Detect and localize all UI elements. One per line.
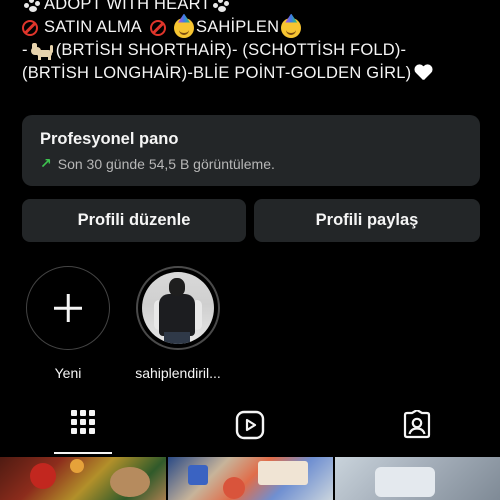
new-highlight-circle[interactable]	[26, 266, 110, 350]
bio-line-4: (BRTİSH LONGHAİR)-BLİE POİNT-GOLDEN GİRL…	[22, 62, 492, 85]
bio-line-3: - (BRTİSH SHORTHAİR)- (SCHOTTİSH FOLD)-	[22, 39, 492, 62]
edit-profile-button[interactable]: Profili düzenle	[22, 199, 246, 242]
cover-vest	[159, 294, 195, 336]
reels-icon	[235, 410, 265, 440]
dashboard-title: Profesyonel pano	[40, 130, 179, 148]
cover-head	[169, 278, 185, 296]
post-thumbnail[interactable]	[0, 457, 166, 500]
bio-adopt-text: ADOPT WITH HEART	[44, 0, 211, 13]
post-thumbnail[interactable]	[168, 457, 333, 500]
dashboard-subtitle-row: ↗ Son 30 günde 54,5 B görüntüleme.	[40, 155, 462, 172]
bio-breeds-text-1: (BRTİSH SHORTHAİR)- (SCHOTTİSH FOLD)-	[55, 41, 407, 59]
highlight-adopted[interactable]: sahiplendiril...	[123, 266, 233, 381]
new-highlight-label: Yeni	[54, 365, 82, 381]
share-profile-button[interactable]: Profili paylaş	[254, 199, 480, 242]
highlight-adopted-label: sahiplendiril...	[135, 365, 221, 381]
professional-dashboard-card[interactable]: Profesyonel pano ↗ Son 30 günde 54,5 B g…	[22, 115, 480, 186]
party-face-icon	[173, 17, 194, 38]
bio-adopt-tr-text: SAHİPLEN	[195, 18, 280, 36]
party-face-icon	[281, 17, 302, 38]
paw-prints-icon	[22, 0, 44, 13]
trend-up-arrow-icon: ↗	[40, 155, 52, 171]
bio-line-2: SATIN ALMA SAHİPLEN	[22, 16, 492, 39]
cat-icon	[30, 41, 54, 61]
dashboard-subtitle: Son 30 günde 54,5 B görüntüleme.	[57, 155, 275, 172]
highlight-ring[interactable]	[136, 266, 220, 350]
cover-legs	[164, 332, 190, 344]
profile-tabs	[0, 398, 500, 454]
highlight-cover-image	[142, 272, 214, 344]
active-tab-indicator	[54, 452, 112, 454]
bio-dash: -	[22, 41, 28, 59]
tab-reels[interactable]	[167, 398, 333, 454]
tab-tagged[interactable]	[334, 398, 500, 454]
white-heart-icon	[414, 65, 433, 82]
profile-bio: ADOPT WITH HEART SATIN ALMA SAHİPLEN - (…	[22, 0, 492, 85]
posts-grid	[0, 457, 500, 500]
plus-icon-bar	[54, 306, 82, 310]
profile-screen: ADOPT WITH HEART SATIN ALMA SAHİPLEN - (…	[0, 0, 500, 500]
prohibited-icon	[149, 19, 166, 36]
bio-line-1: ADOPT WITH HEART	[22, 0, 492, 16]
grid-icon	[71, 410, 95, 434]
tab-posts[interactable]	[0, 398, 166, 454]
tagged-icon	[403, 410, 431, 439]
post-thumbnail[interactable]	[335, 457, 500, 500]
prohibited-icon	[22, 19, 38, 36]
paw-prints-icon	[211, 0, 233, 13]
new-highlight[interactable]: Yeni	[25, 266, 111, 381]
bio-no-buy-text: SATIN ALMA	[44, 18, 142, 36]
bio-breeds-text-2: (BRTİSH LONGHAİR)-BLİE POİNT-GOLDEN GİRL…	[22, 64, 412, 82]
